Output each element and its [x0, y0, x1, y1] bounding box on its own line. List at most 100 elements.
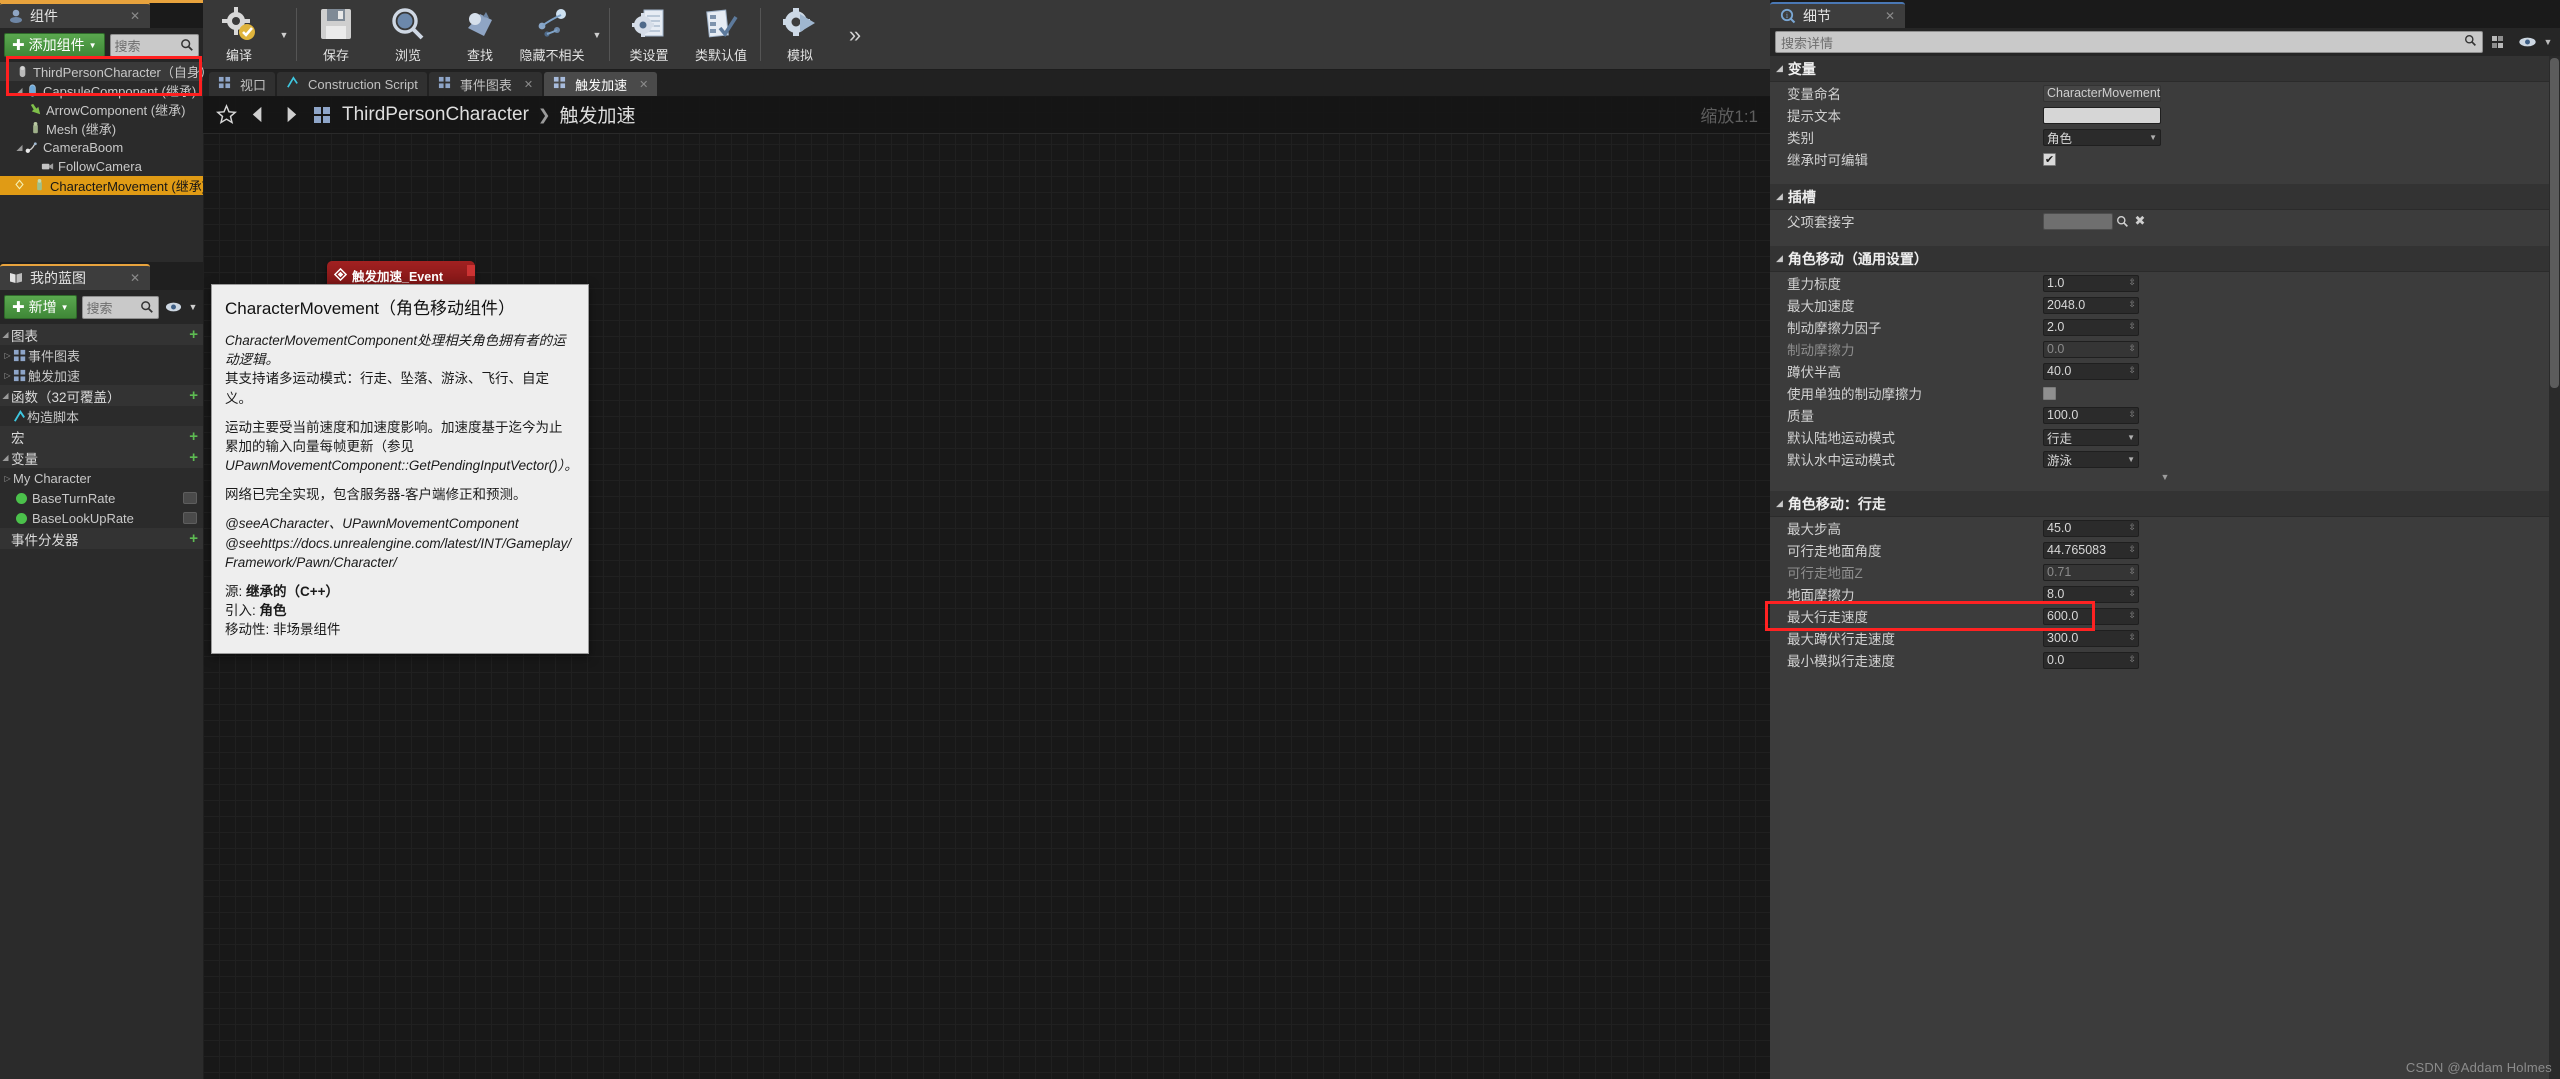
toolbar-compile-dropdown[interactable]: ▼ — [275, 0, 293, 69]
variable-visibility-toggle[interactable] — [183, 492, 197, 504]
tab-event-graph[interactable]: 事件图表 ✕ — [428, 72, 543, 96]
tooltip-text-field[interactable] — [2043, 106, 2161, 124]
section-header-variable[interactable]: ◢ 变量 — [1770, 56, 2560, 82]
search-icon[interactable] — [2113, 215, 2131, 228]
category-variables[interactable]: ◢ 变量 + — [0, 447, 203, 468]
spinner-icon[interactable]: ⇳ — [2128, 544, 2136, 555]
max-walk-speed-crouched-field[interactable]: 300.0 ⇳ — [2043, 629, 2139, 647]
chevron-down-icon[interactable]: ▼ — [2541, 31, 2555, 53]
toolbar-find[interactable]: 查找 — [444, 0, 516, 69]
spinner-icon[interactable]: ⇳ — [2128, 365, 2136, 376]
myblueprint-search-input[interactable]: 搜索 — [81, 295, 159, 319]
spinner-icon[interactable]: ⇳ — [2128, 588, 2136, 599]
eye-icon[interactable] — [164, 301, 182, 313]
default-land-movement-mode-combo[interactable]: 行走 ▼ — [2043, 428, 2139, 446]
toolbar-class-settings[interactable]: 类设置 — [613, 0, 685, 69]
list-item-baselookuprate[interactable]: BaseLookUpRate — [0, 508, 203, 528]
arrow-left-icon[interactable] — [247, 104, 269, 126]
category-combo[interactable]: 角色 ▼ — [2043, 128, 2161, 146]
details-property-list[interactable]: ◢ 变量 变量命名 CharacterMovement 提示文本 类别 角色 ▼… — [1770, 56, 2560, 1079]
spinner-icon[interactable]: ⇳ — [2128, 409, 2136, 420]
category-macros[interactable]: 宏 + — [0, 426, 203, 447]
toolbar-save[interactable]: 保存 — [300, 0, 372, 69]
crouched-half-height-field[interactable]: 40.0 ⇳ — [2043, 362, 2139, 380]
components-search-input[interactable]: 搜索 — [109, 33, 199, 57]
my-blueprint-list[interactable]: ◢ 图表 + ▷ 事件图表 ▷ 触发加速 ◢ 函数（32可覆盖） + 构造脚本 … — [0, 324, 203, 1079]
clear-icon[interactable]: ✖ — [2131, 213, 2149, 229]
toolbar-simulate[interactable]: 模拟 — [764, 0, 836, 69]
category-functions[interactable]: ◢ 函数（32可覆盖） + — [0, 385, 203, 406]
tree-row-cameraboom[interactable]: ◢ CameraBoom — [0, 138, 203, 157]
max-step-height-field[interactable]: 45.0 ⇳ — [2043, 519, 2139, 537]
list-item-event-graph[interactable]: ▷ 事件图表 — [0, 345, 203, 365]
components-tree[interactable]: ThirdPersonCharacter（自身） ◢ CapsuleCompon… — [0, 56, 213, 262]
category-event-dispatchers[interactable]: 事件分发器 + — [0, 528, 203, 549]
tree-expander[interactable]: ▷ — [2, 351, 13, 360]
use-separate-braking-friction-checkbox[interactable] — [2043, 386, 2056, 400]
list-item-category-mycharacter[interactable]: ▷ My Character — [0, 468, 203, 488]
node-exec-pin[interactable] — [467, 265, 475, 276]
tree-row-mesh[interactable]: Mesh (继承) — [0, 119, 203, 138]
spinner-icon[interactable]: ⇳ — [2128, 277, 2136, 288]
max-walk-speed-field[interactable]: 600.0 ⇳ — [2043, 607, 2139, 625]
add-new-button[interactable]: ✚ 新增 ▼ — [4, 295, 77, 319]
mass-field[interactable]: 100.0 ⇳ — [2043, 406, 2139, 424]
close-icon[interactable]: ✕ — [130, 271, 140, 285]
tree-row-charactermovement[interactable]: CharacterMovement (继承) — [0, 176, 206, 195]
add-variable-button[interactable]: + — [189, 449, 198, 466]
spinner-icon[interactable]: ⇳ — [2128, 610, 2136, 621]
show-more-properties-button[interactable]: ▼ — [1770, 470, 2560, 483]
parent-socket-field[interactable] — [2043, 212, 2113, 230]
list-item-baseturnrate[interactable]: BaseTurnRate — [0, 488, 203, 508]
gravity-scale-field[interactable]: 1.0 ⇳ — [2043, 274, 2139, 292]
spinner-icon[interactable]: ⇳ — [2128, 321, 2136, 332]
details-scroll-thumb[interactable] — [2550, 58, 2559, 388]
star-icon[interactable] — [215, 104, 237, 126]
toolbar-compile[interactable]: 编译 — [203, 0, 275, 69]
tab-components[interactable]: 组件 ✕ — [0, 2, 150, 28]
tree-row-capsule[interactable]: ◢ CapsuleComponent (继承) — [0, 81, 203, 100]
tree-expander[interactable]: ▷ — [2, 474, 13, 483]
tree-expander[interactable]: ◢ — [0, 453, 11, 462]
list-item-construction-script[interactable]: 构造脚本 — [0, 406, 203, 426]
tree-row-arrow[interactable]: ArrowComponent (继承) — [0, 100, 203, 119]
close-icon[interactable]: ✕ — [1885, 9, 1895, 23]
ground-friction-field[interactable]: 8.0 ⇳ — [2043, 585, 2139, 603]
section-header-socket[interactable]: ◢ 插槽 — [1770, 184, 2560, 210]
min-analog-walk-speed-field[interactable]: 0.0 ⇳ — [2043, 651, 2139, 669]
tree-expander[interactable]: ◢ — [14, 143, 25, 152]
tab-viewport[interactable]: 视口 — [209, 72, 276, 96]
blueprint-graph-canvas[interactable]: ThirdPersonCharacter ❯ 触发加速 缩放1:1 触发加速_E… — [203, 96, 1770, 1079]
tree-expander[interactable]: ◢ — [14, 86, 25, 95]
breadcrumb-root[interactable]: ThirdPersonCharacter — [342, 104, 529, 126]
toolbar-browse[interactable]: 浏览 — [372, 0, 444, 69]
spinner-icon[interactable]: ⇳ — [2128, 299, 2136, 310]
toolbar-hide-unrelated-dropdown[interactable]: ▼ — [588, 0, 606, 69]
tab-details[interactable]: i 细节 ✕ — [1770, 2, 1905, 28]
section-header-character-movement-general[interactable]: ◢ 角色移动（通用设置） — [1770, 246, 2560, 272]
tree-expander[interactable]: ◢ — [0, 330, 11, 339]
grid-view-icon[interactable] — [2487, 31, 2513, 53]
toolbar-hide-unrelated[interactable]: 隐藏不相关 — [516, 0, 588, 69]
add-dispatcher-button[interactable]: + — [189, 530, 198, 547]
chevron-down-icon[interactable]: ▼ — [187, 302, 199, 312]
editable-when-inherited-checkbox[interactable]: ✔ — [2043, 152, 2056, 166]
max-acceleration-field[interactable]: 2048.0 ⇳ — [2043, 296, 2139, 314]
tab-trigger-accel[interactable]: 触发加速 ✕ — [544, 72, 658, 96]
braking-friction-factor-field[interactable]: 2.0 ⇳ — [2043, 318, 2139, 336]
toolbar-class-defaults[interactable]: 类默认值 — [685, 0, 757, 69]
tab-my-blueprint[interactable]: 我的蓝图 ✕ — [0, 264, 150, 290]
eye-icon[interactable] — [2517, 31, 2537, 53]
default-water-movement-mode-combo[interactable]: 游泳 ▼ — [2043, 450, 2139, 468]
close-icon[interactable]: ✕ — [524, 78, 533, 91]
details-search-input[interactable]: 搜索详情 — [1775, 31, 2483, 53]
category-graphs[interactable]: ◢ 图表 + — [0, 324, 203, 345]
section-header-character-movement-walking[interactable]: ◢ 角色移动：行走 — [1770, 491, 2560, 517]
add-graph-button[interactable]: + — [189, 326, 198, 343]
add-component-button[interactable]: ✚ 添加组件 ▼ — [4, 33, 105, 57]
close-icon[interactable]: ✕ — [130, 9, 140, 23]
add-function-button[interactable]: + — [189, 387, 198, 404]
walkable-floor-angle-field[interactable]: 44.765083 ⇳ — [2043, 541, 2139, 559]
spinner-icon[interactable]: ⇳ — [2128, 522, 2136, 533]
close-icon[interactable]: ✕ — [639, 78, 648, 91]
